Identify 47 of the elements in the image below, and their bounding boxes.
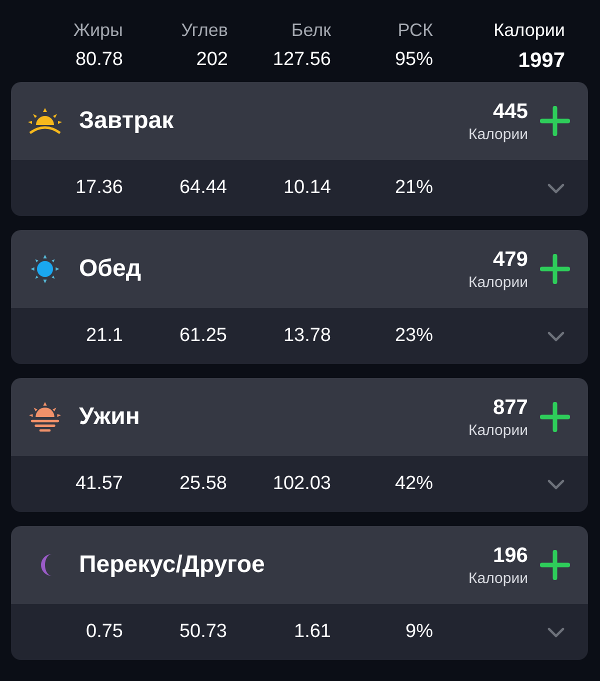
macro-value: 64.44: [178, 177, 227, 199]
calories-value: 445: [492, 100, 528, 124]
add-icon[interactable]: [540, 550, 570, 580]
macro-value: 25.58: [178, 473, 227, 495]
macro-value: 102.03: [272, 473, 331, 495]
add-icon[interactable]: [540, 106, 570, 136]
chevron-icon[interactable]: [547, 330, 565, 342]
add-icon[interactable]: [540, 254, 570, 284]
macro-value: 9%: [404, 621, 433, 643]
add-icon[interactable]: [540, 402, 570, 432]
calories-label: Калории: [468, 274, 528, 290]
macro-value: 10.14: [282, 177, 331, 199]
meal-title: Перекус/Другое: [79, 551, 266, 579]
summary-label: Углев: [181, 20, 228, 41]
meal-title: Завтрак: [79, 107, 175, 135]
summary-value: 127.56: [272, 49, 331, 71]
macro-value: 17.36: [74, 177, 123, 199]
summary-label: Жиры: [73, 20, 123, 41]
macro-value: 50.73: [178, 621, 227, 643]
meal-title: Ужин: [79, 403, 141, 431]
calories-label: Калории: [468, 570, 528, 586]
summary-value: 1997: [518, 49, 565, 73]
summary-label: Белк: [291, 20, 331, 41]
macro-value: 61.25: [178, 325, 227, 347]
macro-value: 41.57: [74, 473, 123, 495]
summary-label: Калории: [494, 20, 565, 41]
calories-label: Калории: [468, 422, 528, 438]
summary-value: 80.78: [75, 49, 123, 71]
chevron-icon[interactable]: [547, 182, 565, 194]
calories-value: 479: [492, 248, 528, 272]
calories-label: Калории: [468, 126, 528, 142]
macro-value: 42%: [394, 473, 433, 495]
calories-value: 196: [492, 544, 528, 568]
calories-value: 877: [492, 396, 528, 420]
macro-value: 21%: [394, 177, 433, 199]
meal-title: Обед: [79, 255, 142, 283]
macro-value: 1.61: [293, 621, 331, 643]
chevron-icon[interactable]: [547, 626, 565, 638]
macro-value: 23%: [394, 325, 433, 347]
macro-value: 13.78: [282, 325, 331, 347]
macro-value: 0.75: [85, 621, 123, 643]
chevron-icon[interactable]: [547, 478, 565, 490]
summary-value: 95%: [394, 49, 433, 71]
summary-value: 202: [196, 49, 228, 71]
macro-value: 21.1: [85, 325, 123, 347]
summary-label: РСК: [398, 20, 433, 41]
sunset-icon: [27, 401, 63, 433]
